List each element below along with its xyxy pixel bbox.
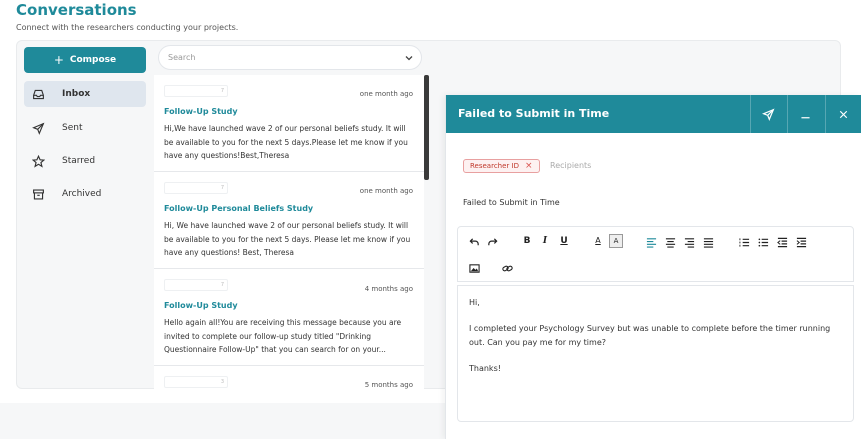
link-icon[interactable] [501,262,513,274]
message-subject: Follow-Up Study [164,107,238,116]
list-scrollbar[interactable] [424,75,429,180]
align-justify-icon[interactable] [702,236,714,248]
minimize-button[interactable] [787,95,823,133]
sidebar-item-archived[interactable]: Archived [24,181,146,207]
chip-remove-icon[interactable]: × [525,161,533,171]
sidebar-item-label: Starred [62,156,96,166]
body-paragraph: Hi, [469,298,480,307]
align-right-icon[interactable] [683,236,695,248]
compose-button[interactable]: + Compose [24,47,146,73]
bold-button[interactable]: B [521,235,533,247]
image-icon[interactable] [468,262,480,274]
compose-window: Failed to Submit in Time Researcher ID ×… [445,95,861,439]
sidebar-item-sent[interactable]: Sent [24,115,146,141]
highlight-button[interactable]: A [609,234,623,248]
search-input[interactable]: Search [158,45,422,70]
align-center-icon[interactable] [664,236,676,248]
sidebar-item-starred[interactable]: Starred [24,148,146,174]
sidebar-item-label: Inbox [62,89,91,99]
sidebar-item-label: Archived [62,189,102,199]
search-placeholder: Search [168,53,196,62]
outdent-icon[interactable] [776,236,788,248]
chip-label: Researcher ID [470,162,519,170]
inbox-icon [31,87,45,101]
bullet-list-icon[interactable] [757,236,769,248]
send-icon [762,107,775,121]
close-icon [839,110,848,118]
message-time: 4 months ago [364,285,413,293]
star-icon [31,154,45,168]
message-preview: Hi,We have launched wave 2 of our person… [164,124,408,160]
send-button[interactable] [750,95,786,133]
minimize-icon [801,116,810,118]
close-button[interactable] [825,95,861,133]
message-list: 7 one month ago Follow-Up Study Hi,We ha… [154,75,424,389]
list-item[interactable]: 3 5 months ago [154,366,424,389]
message-time: one month ago [359,187,413,195]
compose-header: Failed to Submit in Time [446,95,861,133]
plus-icon: + [53,53,64,67]
sender-id: 7 [164,182,228,194]
align-left-icon[interactable] [645,236,657,248]
page-title: Conversations [16,1,137,19]
list-item[interactable]: 7 one month ago Follow-Up Personal Belie… [154,172,424,269]
message-time: one month ago [359,90,413,98]
sender-id: 3 [164,376,228,388]
editor-toolbar: B I U A A [457,226,854,282]
recipient-chip[interactable]: Researcher ID × [463,159,540,173]
sidebar-item-label: Sent [62,123,83,133]
page-subtitle: Connect with the researchers conducting … [16,23,239,32]
send-icon [31,121,45,135]
sidebar-item-inbox[interactable]: Inbox [24,81,146,107]
undo-icon[interactable] [468,236,480,248]
body-paragraph: Thanks! [469,363,501,373]
sender-id: 7 [164,279,228,291]
archive-icon [31,187,45,201]
subject-field[interactable]: Failed to Submit in Time [463,198,560,207]
font-color-button[interactable]: A [592,234,604,246]
chevron-down-icon[interactable] [404,53,414,63]
ordered-list-icon[interactable] [738,236,750,248]
indent-icon[interactable] [795,236,807,248]
redo-icon[interactable] [486,236,498,248]
list-item[interactable]: 7 one month ago Follow-Up Study Hi,We ha… [154,75,424,172]
message-subject: Follow-Up Personal Beliefs Study [164,204,314,213]
message-preview: Hi, We have launched wave 2 of our perso… [164,221,411,257]
sender-id: 7 [164,85,228,97]
list-item[interactable]: 7 4 months ago Follow-Up Study Hello aga… [154,269,424,366]
compose-title: Failed to Submit in Time [458,107,610,120]
message-subject: Follow-Up Study [164,301,238,310]
message-preview: Hello again all!You are receiving this m… [164,318,402,354]
body-paragraph: I completed your Psychology Survey but w… [469,323,831,348]
message-body-editor[interactable]: Hi, I completed your Psychology Survey b… [457,285,854,422]
message-time: 5 months ago [364,381,413,389]
compose-label: Compose [69,55,117,65]
recipients-input[interactable]: Recipients [550,161,591,170]
italic-button[interactable]: I [539,235,551,247]
underline-button[interactable]: U [558,235,570,247]
